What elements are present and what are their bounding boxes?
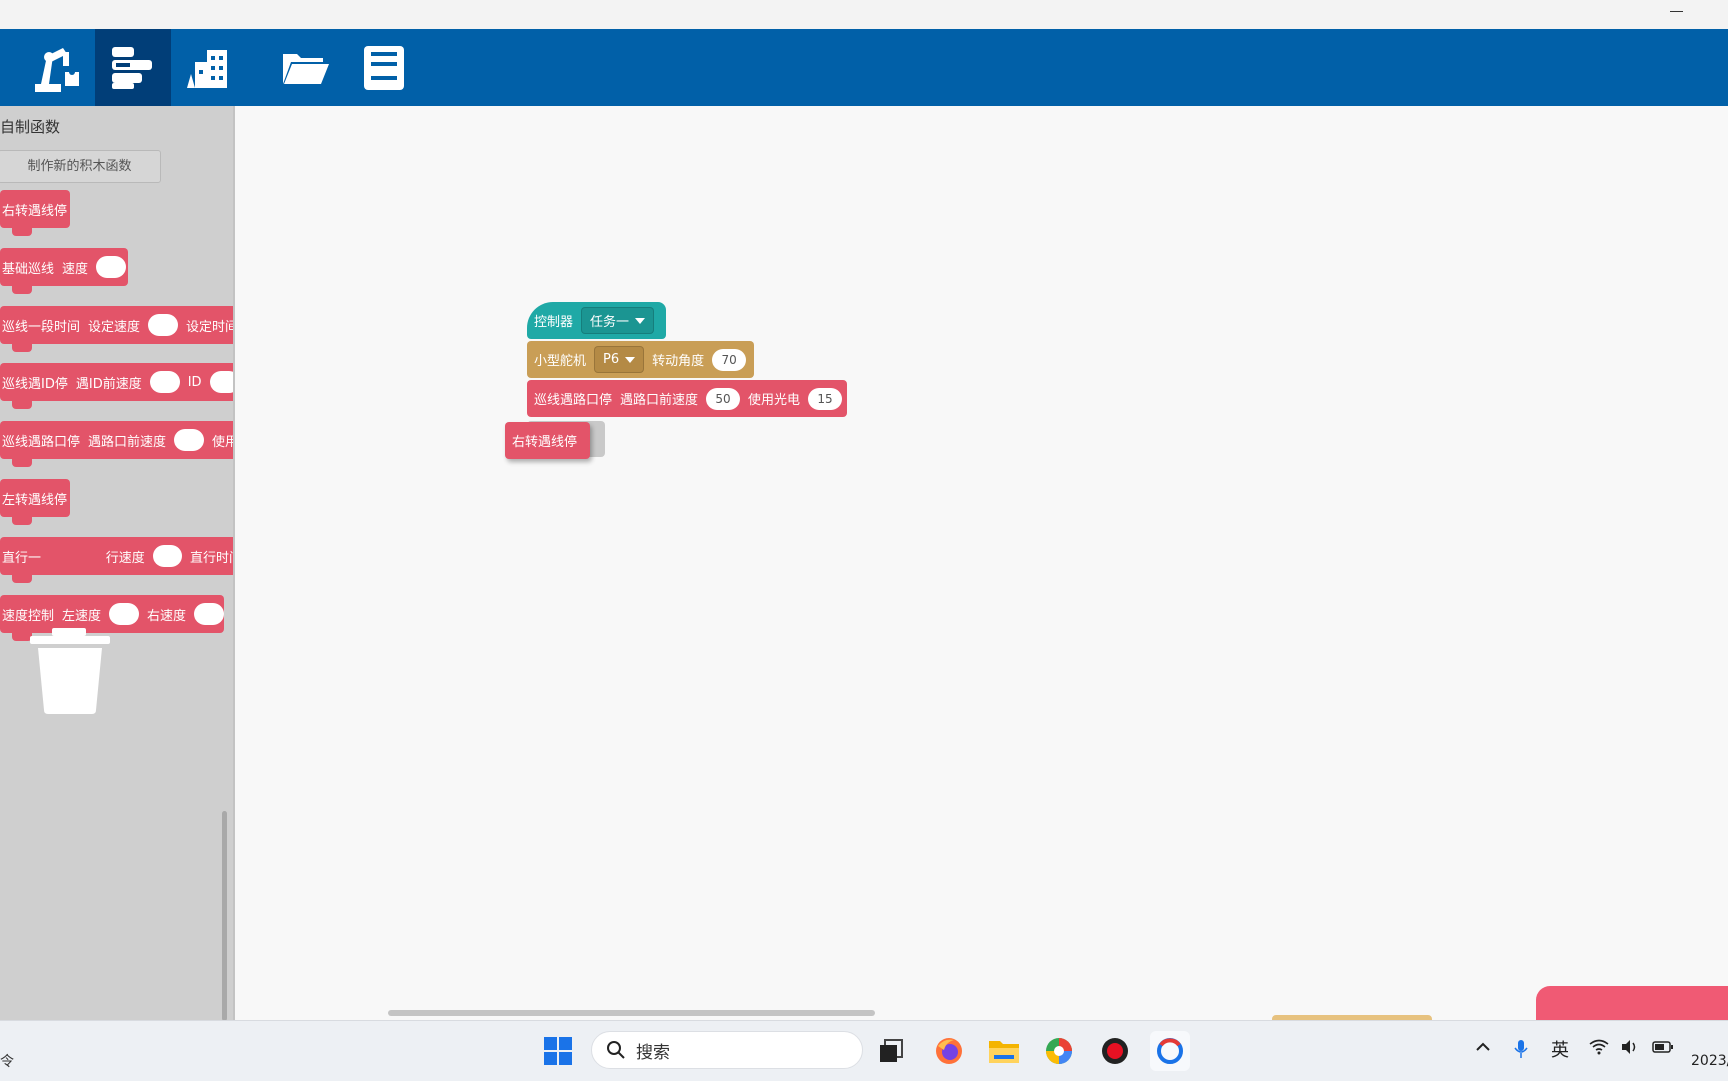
recorder-button[interactable] [1095,1031,1135,1071]
block-label: 左转遇线停 [2,492,68,508]
wifi-icon[interactable] [1589,1039,1609,1059]
port-value: P6 [603,352,620,367]
param-label: 直行时间 [189,550,233,566]
palette-block-line-id[interactable]: 巡线遇ID停 遇ID前速度 ID [0,363,233,409]
search-icon [607,1041,625,1059]
line-block-label: 巡线遇路口停 [534,393,613,408]
code-blocks-tab[interactable] [95,29,171,106]
color-wheel-icon [1046,1038,1072,1064]
palette-category-title: 自制函数 [0,118,61,136]
clock-date[interactable]: 2023/ [1691,1053,1728,1069]
windows-taskbar: 令 搜索 英 2023/ [0,1020,1728,1081]
save-file-tab[interactable] [346,29,422,106]
servo-label: 小型舵机 [534,354,587,369]
top-toolbar [0,29,1728,106]
palette-block-basic-line[interactable]: 基础巡线 速度 [0,248,128,294]
palette-block-line-junction[interactable]: 巡线遇路口停 遇路口前速度 使用 [0,421,233,467]
block-label: 直行一 [2,550,42,566]
minimize-button[interactable] [1662,2,1692,24]
save-icon [364,45,404,90]
task-view-button[interactable] [871,1031,911,1071]
active-app-button[interactable] [1150,1031,1190,1071]
id-input[interactable] [209,371,233,393]
param-label: 左速度 [62,608,102,624]
open-folder-tab[interactable] [268,29,344,106]
taskbar-search[interactable]: 搜索 [591,1031,863,1069]
palette-block-turn-left[interactable]: 左转遇线停 [0,479,70,525]
right-speed-input[interactable] [194,603,224,625]
window-titlebar [0,0,1728,29]
chevron-down-icon [625,356,636,363]
task-value: 任务一 [590,315,630,330]
folder-icon [283,53,329,84]
controller-label: 控制器 [534,315,574,330]
windows-logo-icon [544,1037,572,1065]
speed-label: 遇路口前速度 [620,393,699,408]
param-label: 右速度 [147,608,187,624]
task-view-icon [880,1039,903,1062]
workspace-horizontal-scrollbar[interactable] [388,1010,875,1016]
start-button[interactable] [538,1031,578,1071]
volume-icon[interactable] [1620,1039,1640,1059]
param-label: 遇ID前速度 [75,376,142,392]
robot-arm-icon [35,47,79,92]
battery-icon[interactable] [1652,1039,1674,1058]
speed-input[interactable]: 50 [706,387,741,410]
taskbar-left-fragment: 令 [0,1054,14,1070]
line-junction-block[interactable]: 巡线遇路口停 遇路口前速度 50 使用光电 15 [527,380,847,417]
port-dropdown[interactable]: P6 [594,346,645,373]
block-label: 基础巡线 [2,261,55,277]
ime-indicator[interactable]: 英 [1551,1036,1569,1062]
angle-input[interactable]: 70 [712,348,747,371]
color-app-button[interactable] [1039,1031,1079,1071]
buildings-icon [187,49,227,88]
search-placeholder: 搜索 [636,1042,670,1063]
make-new-block-button[interactable]: 制作新的积木函数 [0,150,161,183]
param-label: 遇路口前速度 [88,434,167,450]
param-label: 设定时间 [186,319,235,335]
speed-input[interactable] [148,314,179,336]
sensor-label: 使用光电 [748,393,801,408]
sensor-input[interactable]: 15 [808,387,843,410]
block-label: 速度控制 [2,608,55,624]
speed-input[interactable] [149,371,180,393]
controller-hat-block[interactable]: 控制器 任务一 [527,302,666,339]
param-label: 设定速度 [88,319,141,335]
left-speed-input[interactable] [109,603,139,625]
dragging-block-label: 右转遇线停 [512,435,578,450]
param-label: 速度 [62,261,89,277]
block-label: 巡线一段时间 [2,319,81,335]
param-label: ID [187,374,202,390]
microphone-icon[interactable] [1513,1039,1529,1063]
palette-block-straight[interactable]: 直行一 行速度 直行时间 [0,537,233,583]
firefox-button[interactable] [929,1031,969,1071]
block-label: 巡线遇ID停 [2,376,68,392]
record-icon [1102,1038,1128,1064]
chevron-up-icon[interactable] [1475,1039,1491,1059]
folder-icon [989,1041,1019,1063]
speed-input[interactable] [96,256,127,278]
palette-block-line-time[interactable]: 巡线一段时间 设定速度 设定时间 [0,306,235,352]
trash-can-icon[interactable] [28,624,112,714]
angle-label: 转动角度 [652,354,705,369]
chevron-down-icon [635,317,646,324]
ring-app-icon [1157,1038,1183,1064]
firefox-icon [936,1038,962,1064]
palette-block-turn-right[interactable]: 右转遇线停 [0,190,70,236]
param-label: 使用 [212,434,233,450]
file-explorer-button[interactable] [984,1031,1024,1071]
task-dropdown[interactable]: 任务一 [581,307,655,334]
servo-block[interactable]: 小型舵机 P6 转动角度 70 [527,341,754,378]
speed-input[interactable] [152,545,182,567]
code-blocks-icon [112,46,152,89]
robot-arm-tab[interactable] [19,29,95,106]
buildings-tab[interactable] [172,29,248,106]
dragging-turn-right-block[interactable]: 右转遇线停 [505,422,590,459]
palette-scrollbar[interactable] [222,811,227,1020]
block-label: 右转遇线停 [2,203,68,219]
speed-input[interactable] [174,429,205,451]
block-label: 巡线遇路口停 [2,434,81,450]
block-palette: 自制函数 制作新的积木函数 右转遇线停 基础巡线 速度 巡线一段时间 设定速度 … [0,106,235,1020]
param-label: 行速度 [105,550,145,566]
